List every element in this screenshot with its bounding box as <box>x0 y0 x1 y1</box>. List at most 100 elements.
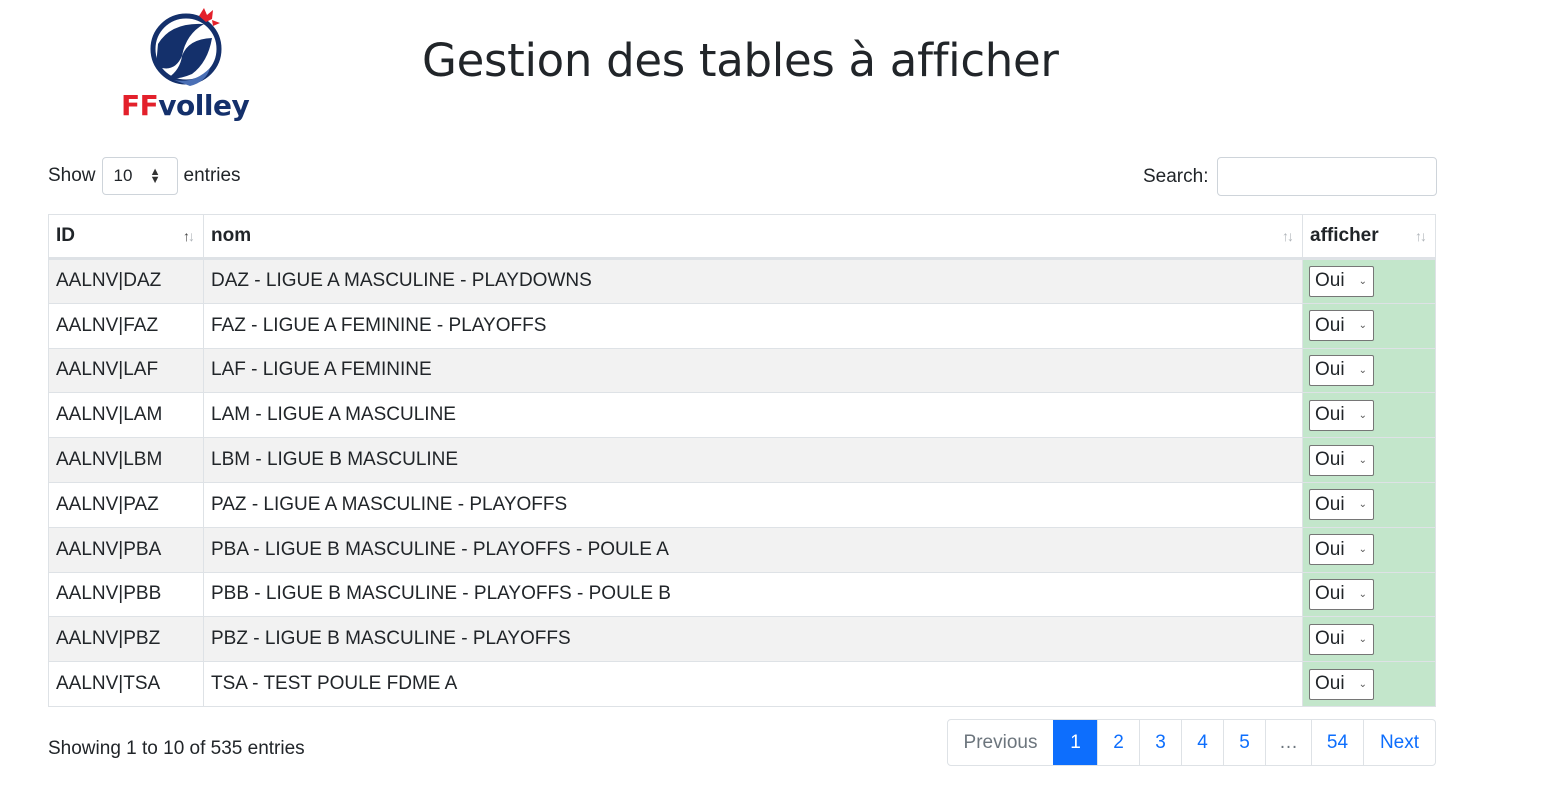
afficher-select[interactable]: Oui ⌄ <box>1309 444 1374 476</box>
table-row: AALNV|PBB PBB - LIGUE B MASCULINE - PLAYO… <box>48 571 1436 618</box>
afficher-value: Oui <box>1315 628 1345 650</box>
previous-page-button: Previous <box>963 731 1038 753</box>
cell-nom: TSA - TEST POULE FDME A <box>203 661 1303 707</box>
afficher-value: Oui <box>1315 449 1345 471</box>
table-row: AALNV|DAZ DAZ - LIGUE A MASCULINE - PLAYD… <box>48 258 1436 304</box>
table-row: AALNV|PBZ PBZ - LIGUE B MASCULINE - PLAYO… <box>48 616 1436 663</box>
cell-id: AALNV|PAZ <box>48 481 204 528</box>
cell-nom: DAZ - LIGUE A MASCULINE - PLAYDOWNS <box>203 258 1303 304</box>
column-header-nom[interactable]: nom ↑↓ <box>203 214 1303 260</box>
cell-id: AALNV|LAM <box>48 392 204 439</box>
cell-id: AALNV|FAZ <box>48 302 204 349</box>
entries-label: entries <box>183 165 241 186</box>
chevron-down-icon: ⌄ <box>1358 409 1367 421</box>
chevron-down-icon: ⌄ <box>1358 364 1367 376</box>
afficher-select[interactable]: Oui ⌄ <box>1309 489 1374 521</box>
afficher-value: Oui <box>1315 493 1345 515</box>
cell-id: AALNV|TSA <box>48 661 204 707</box>
chevron-down-icon: ⌄ <box>1358 588 1367 600</box>
table-row: AALNV|LAF LAF - LIGUE A FEMININE Oui ⌄ <box>48 347 1436 394</box>
afficher-select[interactable]: Oui ⌄ <box>1309 668 1374 700</box>
cell-id: AALNV|PBA <box>48 526 204 573</box>
page-4-button[interactable]: 4 <box>1181 720 1223 765</box>
pagination: Previous 1 2 3 4 5… 54 Next <box>947 719 1436 766</box>
afficher-select[interactable]: Oui ⌄ <box>1309 354 1374 386</box>
cell-afficher: Oui ⌄ <box>1302 661 1436 707</box>
chevron-down-icon: ⌄ <box>1358 499 1367 511</box>
next-page-button[interactable]: Next <box>1363 720 1435 765</box>
table-row: AALNV|PBA PBA - LIGUE B MASCULINE - PLAYO… <box>48 526 1436 573</box>
sort-both-icon: ↑↓ <box>1415 228 1427 244</box>
table-header-row: ID ↑↓ nom ↑↓ afficher ↑↓ <box>48 214 1436 260</box>
cell-nom: PBA - LIGUE B MASCULINE - PLAYOFFS - POU… <box>203 526 1303 573</box>
page-54-button[interactable]: 54 <box>1311 720 1363 765</box>
cell-nom: LAM - LIGUE A MASCULINE <box>203 392 1303 439</box>
tables-datatable: ID ↑↓ nom ↑↓ afficher ↑↓ AALNV|DAZ DAZ - … <box>48 214 1436 707</box>
cell-afficher: Oui ⌄ <box>1302 347 1436 394</box>
afficher-value: Oui <box>1315 583 1345 605</box>
chevron-down-icon: ⌄ <box>1358 320 1367 332</box>
afficher-select[interactable]: Oui ⌄ <box>1309 623 1374 655</box>
cell-afficher: Oui ⌄ <box>1302 258 1436 304</box>
afficher-value: Oui <box>1315 270 1345 292</box>
chevron-down-icon: ⌄ <box>1358 678 1367 690</box>
cell-id: AALNV|DAZ <box>48 258 204 304</box>
select-updown-icon: ▲ ▼ <box>149 166 161 186</box>
cell-afficher: Oui ⌄ <box>1302 481 1436 528</box>
sort-both-icon: ↑↓ <box>1282 228 1294 244</box>
pagination-ellipsis: … <box>1265 720 1311 765</box>
table-row: AALNV|LBM LBM - LIGUE B MASCULINE Oui ⌄ <box>48 437 1436 483</box>
column-header-label: nom <box>211 225 252 246</box>
table-info: Showing 1 to 10 of 535 entries <box>48 738 305 759</box>
cell-afficher: Oui ⌄ <box>1302 392 1436 439</box>
search-control: Search: <box>1143 157 1438 196</box>
cell-afficher: Oui ⌄ <box>1302 616 1436 663</box>
table-row: AALNV|PAZ PAZ - LIGUE A MASCULINE - PLAYO… <box>48 481 1436 528</box>
entries-length-control: Show 10 ▲ ▼ entries <box>48 157 241 195</box>
cell-id: AALNV|PBZ <box>48 616 204 663</box>
cell-nom: LBM - LIGUE B MASCULINE <box>203 437 1303 483</box>
entries-per-page-select[interactable]: 10 ▲ ▼ <box>101 157 178 195</box>
chevron-down-icon: ⌄ <box>1358 275 1367 287</box>
column-header-label: afficher <box>1310 225 1379 246</box>
cell-afficher: Oui ⌄ <box>1302 571 1436 618</box>
afficher-select[interactable]: Oui ⌄ <box>1309 399 1374 431</box>
table-row: AALNV|TSA TSA - TEST POULE FDME A Oui ⌄ <box>48 661 1436 707</box>
cell-nom: LAF - LIGUE A FEMININE <box>203 347 1303 394</box>
table-row: AALNV|LAM LAM - LIGUE A MASCULINE Oui ⌄ <box>48 392 1436 439</box>
cell-nom: FAZ - LIGUE A FEMININE - PLAYOFFS <box>203 302 1303 349</box>
page-5-button[interactable]: 5 <box>1223 720 1265 765</box>
entries-per-page-value: 10 <box>113 166 133 185</box>
cell-id: AALNV|LBM <box>48 437 204 483</box>
cell-nom: PAZ - LIGUE A MASCULINE - PLAYOFFS <box>203 481 1303 528</box>
page-1-button[interactable]: 1 <box>1053 720 1097 765</box>
page-title: Gestion des tables à afficher <box>422 34 1059 87</box>
show-label: Show <box>48 165 96 186</box>
cell-afficher: Oui ⌄ <box>1302 437 1436 483</box>
column-header-afficher[interactable]: afficher ↑↓ <box>1302 214 1436 260</box>
column-header-label: ID <box>56 225 75 246</box>
column-header-id[interactable]: ID ↑↓ <box>48 214 204 260</box>
cell-id: AALNV|LAF <box>48 347 204 394</box>
table-row: AALNV|FAZ FAZ - LIGUE A FEMININE - PLAYOF… <box>48 302 1436 349</box>
afficher-select[interactable]: Oui ⌄ <box>1309 578 1374 610</box>
search-label: Search: <box>1143 165 1209 187</box>
chevron-down-icon: ⌄ <box>1358 544 1367 556</box>
search-input[interactable] <box>1217 157 1438 196</box>
chevron-down-icon: ⌄ <box>1358 454 1367 466</box>
chevron-down-icon: ⌄ <box>1358 633 1367 645</box>
cell-afficher: Oui ⌄ <box>1302 302 1436 349</box>
sort-asc-icon: ↑↓ <box>183 228 195 244</box>
afficher-value: Oui <box>1315 314 1345 336</box>
afficher-select[interactable]: Oui ⌄ <box>1309 265 1374 297</box>
page-3-button[interactable]: 3 <box>1139 720 1181 765</box>
cell-id: AALNV|PBB <box>48 571 204 618</box>
afficher-value: Oui <box>1315 359 1345 381</box>
cell-nom: PBZ - LIGUE B MASCULINE - PLAYOFFS <box>203 616 1303 663</box>
afficher-select[interactable]: Oui ⌄ <box>1309 534 1374 566</box>
page-2-button[interactable]: 2 <box>1097 720 1139 765</box>
afficher-value: Oui <box>1315 404 1345 426</box>
afficher-select[interactable]: Oui ⌄ <box>1309 310 1374 342</box>
afficher-value: Oui <box>1315 673 1345 695</box>
cell-afficher: Oui ⌄ <box>1302 526 1436 573</box>
